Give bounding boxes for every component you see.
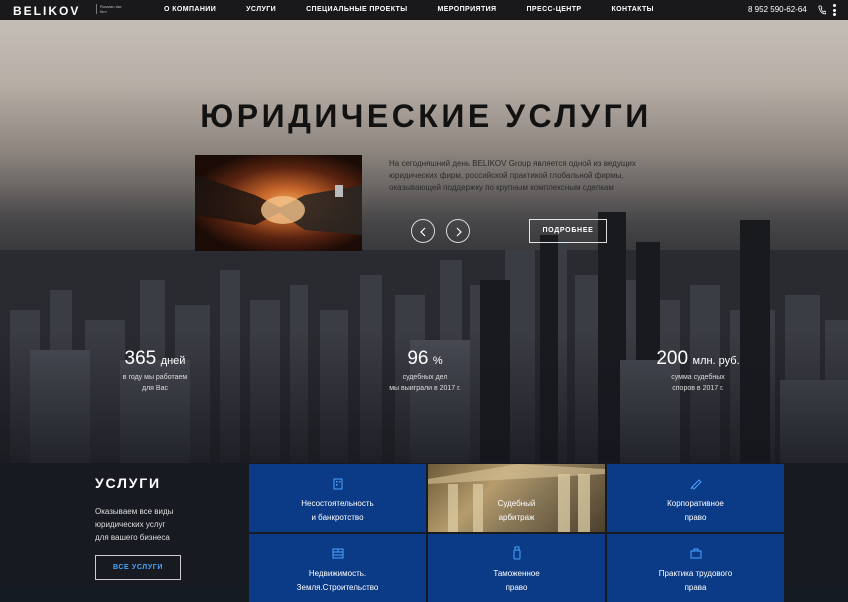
- tile-label: Земля.Строительство: [296, 583, 379, 592]
- tile-label: Практика трудового: [658, 569, 733, 578]
- stat-value: 365: [124, 348, 157, 369]
- stat-caption: сумма судебных: [671, 374, 725, 381]
- nav-about[interactable]: О КОМПАНИИ: [164, 0, 216, 20]
- phone-number[interactable]: 8 952 590-62-64: [748, 0, 807, 20]
- service-tile-bankruptcy[interactable]: Несостоятельность и банкротство: [249, 464, 426, 532]
- tile-label: Судебный: [497, 499, 536, 508]
- tile-label: Недвижимость.: [308, 569, 367, 578]
- tile-label: арбитраж: [498, 513, 535, 522]
- bottle-icon: [513, 546, 521, 560]
- nav-press-center[interactable]: ПРЕСС-ЦЕНТР: [527, 0, 582, 20]
- next-slide-button[interactable]: [446, 219, 470, 243]
- stat-amount: 200 млн. руб. сумма судебных споров в 201…: [636, 348, 760, 394]
- handshake-image: [195, 155, 362, 251]
- stat-caption: мы выиграли в 2017 г.: [389, 385, 461, 392]
- stat-caption: споров в 2017 г.: [672, 385, 724, 392]
- stat-value: 96: [407, 348, 429, 369]
- briefcase-icon: [690, 548, 702, 559]
- nav-special-projects[interactable]: СПЕЦИАЛЬНЫЕ ПРОЕКТЫ: [306, 0, 407, 20]
- all-services-button[interactable]: ВСЕ УСЛУГИ: [95, 555, 181, 580]
- services-description: Оказываем все виды юридических услуг для…: [95, 505, 215, 544]
- stat-value: 200: [656, 348, 689, 369]
- services-title: УСЛУГИ: [95, 475, 161, 491]
- stat-caption: судебных дел: [402, 374, 448, 381]
- logo[interactable]: BELIKOV: [13, 4, 80, 18]
- tile-label: Таможенное: [493, 569, 540, 578]
- tile-label: Корпоративное: [667, 499, 724, 508]
- stat-unit: дней: [160, 355, 186, 367]
- service-tile-real-estate[interactable]: Недвижимость. Земля.Строительство: [249, 534, 426, 602]
- more-menu-icon[interactable]: [833, 4, 837, 16]
- service-tile-customs[interactable]: Таможенное право: [428, 534, 605, 602]
- chevron-right-icon: [456, 227, 462, 237]
- nav-services[interactable]: УСЛУГИ: [246, 0, 276, 20]
- prev-slide-button[interactable]: [411, 219, 435, 243]
- tile-label: Несостоятельность: [301, 499, 374, 508]
- top-navigation-bar: BELIKOV Russian law firm О КОМПАНИИ УСЛУ…: [0, 0, 848, 20]
- stat-unit: %: [432, 355, 443, 367]
- service-tile-labor-law[interactable]: Практика трудового права: [607, 534, 784, 602]
- service-tile-arbitration[interactable]: Судебный арбитраж: [428, 464, 605, 532]
- hero-description: На сегодняшний день BELIKOV Group являет…: [389, 159, 636, 192]
- tile-label: права: [684, 583, 707, 592]
- chevron-left-icon: [420, 227, 426, 237]
- nav-contacts[interactable]: КОНТАКТЫ: [612, 0, 654, 20]
- tile-label: и банкротство: [311, 513, 364, 522]
- service-tile-corporate[interactable]: Корпоративное право: [607, 464, 784, 532]
- stat-unit: млн. руб.: [692, 355, 740, 367]
- page-title: ЮРИДИЧЕСКИЕ УСЛУГИ: [200, 98, 652, 134]
- services-desc-line: Оказываем все виды: [95, 507, 174, 516]
- services-desc-line: для вашего бизнеса: [95, 533, 170, 542]
- stat-days: 365 дней в году мы работаем для Вас: [100, 348, 210, 394]
- more-button[interactable]: ПОДРОБНЕЕ: [529, 219, 607, 243]
- stat-cases-won: 96 % судебных дел мы выиграли в 2017 г.: [370, 348, 480, 394]
- nav-events[interactable]: МЕРОПРИЯТИЯ: [437, 0, 496, 20]
- stat-caption: в году мы работаем: [122, 374, 188, 381]
- tile-label: право: [505, 583, 528, 592]
- services-desc-line: юридических услуг: [95, 520, 166, 529]
- logo-subtitle: Russian law firm: [96, 4, 122, 14]
- building-icon: [333, 478, 343, 490]
- pen-icon: [690, 479, 702, 490]
- bricks-icon: [332, 548, 344, 559]
- stat-caption: для Вас: [142, 385, 168, 392]
- tile-label: право: [684, 513, 707, 522]
- main-nav: О КОМПАНИИ УСЛУГИ СПЕЦИАЛЬНЫЕ ПРОЕКТЫ МЕ…: [164, 0, 684, 20]
- phone-icon[interactable]: [818, 5, 826, 15]
